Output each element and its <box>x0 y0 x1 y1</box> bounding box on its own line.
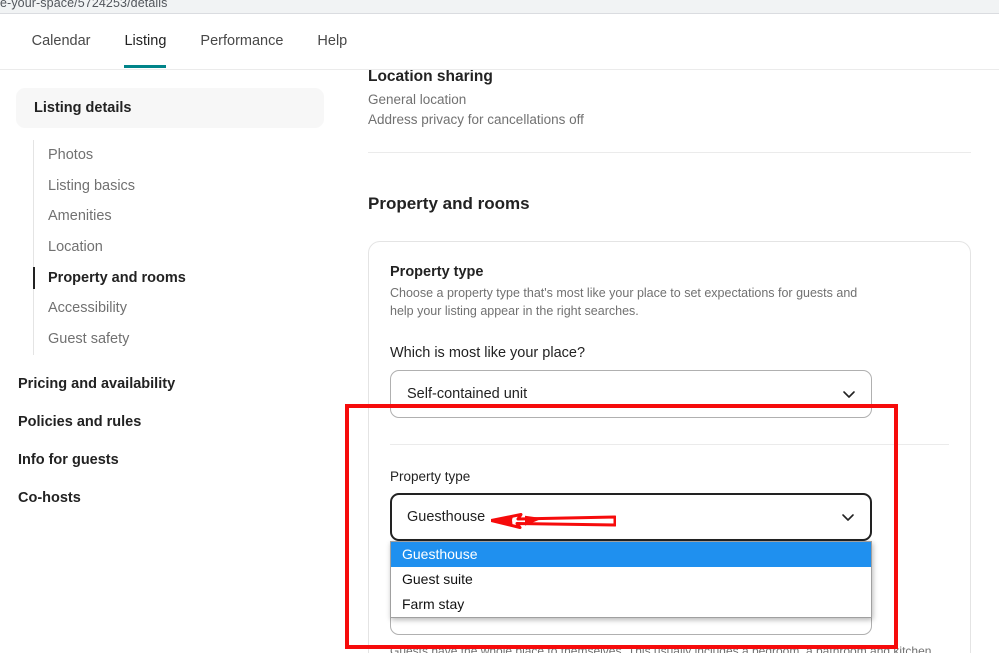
top-navigation: tions Calendar Listing Performance Help <box>0 15 999 70</box>
which-place-select[interactable]: Self-contained unit <box>390 369 872 418</box>
which-place-value: Self-contained unit <box>407 385 528 402</box>
nav-tab-help[interactable]: Help <box>300 15 364 68</box>
sidebar-subnav: Photos Listing basics Amenities Location… <box>33 140 340 355</box>
location-sharing-line-1: General location <box>368 92 467 107</box>
sidebar-item-amenities[interactable]: Amenities <box>34 201 340 232</box>
nav-tab-label: Listing <box>124 33 167 49</box>
nav-tab-list: tions Calendar Listing Performance Help <box>0 15 364 68</box>
sidebar-item-pricing-and-availability[interactable]: Pricing and availability <box>16 365 324 403</box>
sidebar: Listing details Photos Listing basics Am… <box>0 70 340 653</box>
card-divider <box>390 443 949 445</box>
sidebar-link-label: Info for guests <box>18 451 119 468</box>
nav-tab-listing[interactable]: Listing <box>107 15 183 68</box>
sidebar-item-policies-and-rules[interactable]: Policies and rules <box>16 403 324 441</box>
nav-tab-performance[interactable]: Performance <box>183 15 300 68</box>
dropdown-option-label: Guesthouse <box>402 545 478 562</box>
dropdown-option-label: Guest suite <box>402 570 473 587</box>
which-place-label: Which is most like your place? <box>390 344 586 361</box>
sidebar-item-label: Location <box>48 239 103 256</box>
sidebar-item-listing-details[interactable]: Listing details <box>16 88 324 128</box>
property-type-dropdown-list[interactable]: Guesthouse Guest suite Farm stay <box>390 540 872 618</box>
sidebar-item-label: Property and rooms <box>48 269 186 286</box>
location-sharing-section[interactable]: Location sharing General location Addres… <box>368 70 971 129</box>
sidebar-item-guest-safety[interactable]: Guest safety <box>34 324 340 355</box>
sidebar-link-label: Pricing and availability <box>18 375 176 392</box>
sidebar-item-location[interactable]: Location <box>34 232 340 263</box>
property-type-select[interactable]: Guesthouse <box>390 492 872 541</box>
sidebar-item-label: Photos <box>48 147 94 163</box>
type-of-place-helper-text: Guests have the whole place to themselve… <box>390 643 935 653</box>
chevron-down-icon <box>841 510 855 524</box>
location-sharing-title: Location sharing <box>368 70 493 85</box>
sidebar-item-co-hosts[interactable]: Co-hosts <box>16 479 324 517</box>
sidebar-item-label: Listing basics <box>48 177 136 194</box>
sidebar-item-photos[interactable]: Photos <box>34 140 340 171</box>
main-content: Location sharing General location Addres… <box>340 70 999 653</box>
chevron-down-icon <box>842 387 856 401</box>
dropdown-option-label: Farm stay <box>402 595 465 612</box>
sidebar-item-listing-basics[interactable]: Listing basics <box>34 171 340 202</box>
property-type-label: Property type <box>390 468 471 484</box>
page-title: Property and rooms <box>368 194 530 214</box>
nav-tab-reservations[interactable]: tions <box>0 15 15 68</box>
nav-tab-label: Performance <box>200 33 284 49</box>
nav-tab-calendar[interactable]: Calendar <box>15 15 108 68</box>
url-text: e-your-space/5724253/details <box>0 0 168 10</box>
dropdown-option-guesthouse[interactable]: Guesthouse <box>391 541 871 567</box>
sidebar-link-label: Co-hosts <box>18 489 81 506</box>
sidebar-item-label: Accessibility <box>48 300 127 317</box>
card-description: Choose a property type that's most like … <box>390 286 858 318</box>
property-type-card: Property type Choose a property type tha… <box>368 241 971 653</box>
property-type-group: Property type Guesthouse Guesthouse Gues… <box>390 468 949 618</box>
browser-url-bar[interactable]: e-your-space/5724253/details <box>0 0 999 14</box>
property-type-value: Guesthouse <box>407 508 486 525</box>
sidebar-link-label: Policies and rules <box>18 413 142 430</box>
dropdown-option-farm-stay[interactable]: Farm stay <box>391 592 871 617</box>
sidebar-item-property-and-rooms[interactable]: Property and rooms <box>33 263 340 294</box>
section-divider <box>368 152 971 154</box>
sidebar-item-info-for-guests[interactable]: Info for guests <box>16 441 324 479</box>
location-sharing-line-2: Address privacy for cancellations off <box>368 111 584 127</box>
nav-tab-label: Help <box>317 33 348 49</box>
sidebar-item-accessibility[interactable]: Accessibility <box>34 293 340 324</box>
sidebar-item-label: Guest safety <box>48 331 130 348</box>
sidebar-header-label: Listing details <box>34 100 132 116</box>
nav-tab-label: Calendar <box>31 33 91 49</box>
sidebar-item-label: Amenities <box>48 208 112 225</box>
card-title: Property type <box>390 264 484 281</box>
dropdown-option-guest-suite[interactable]: Guest suite <box>391 567 871 592</box>
